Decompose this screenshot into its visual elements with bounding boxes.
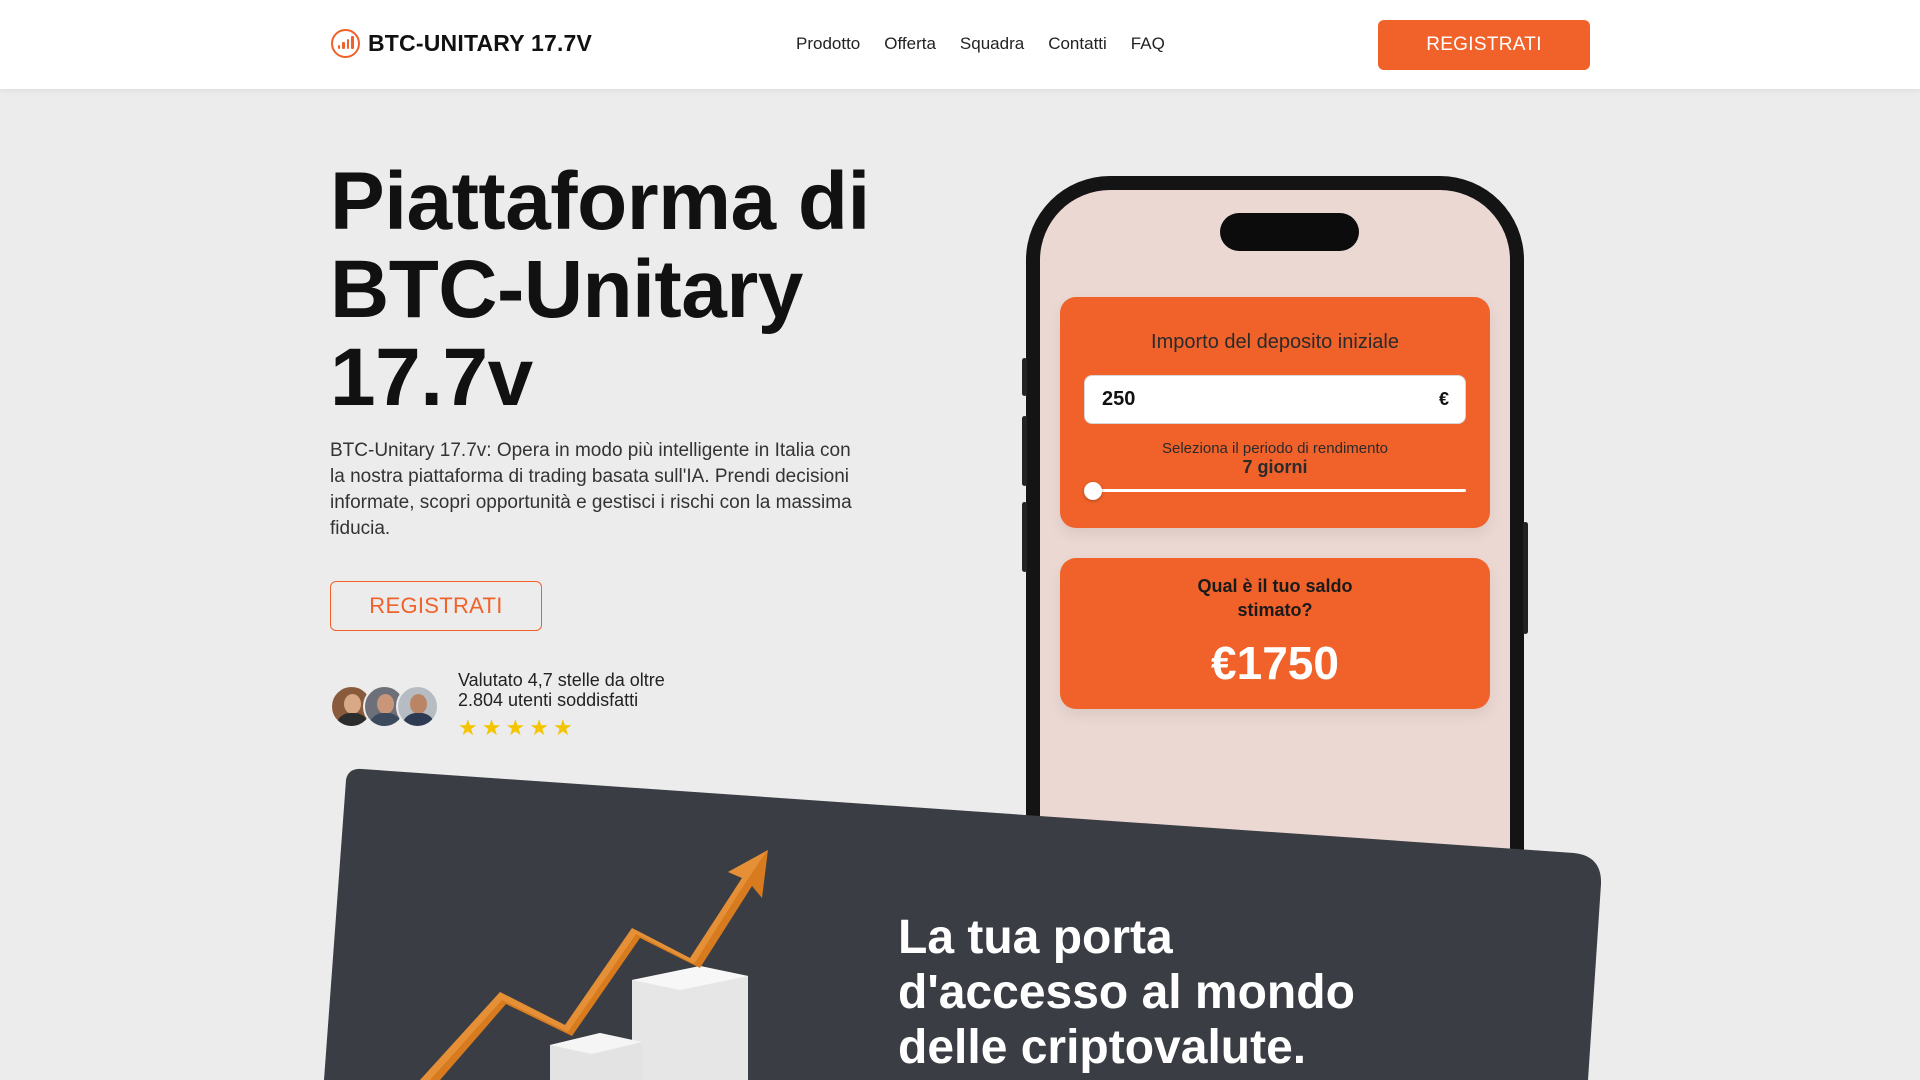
period-slider-handle[interactable] <box>1084 482 1102 500</box>
nav-link-faq[interactable]: FAQ <box>1131 34 1165 54</box>
brand-logo[interactable]: BTC-UNITARY 17.7V <box>331 29 592 58</box>
deposit-label: Importo del deposito iniziale <box>1151 331 1399 353</box>
star-icon: ★ <box>481 715 502 740</box>
bar-chart-icon <box>331 29 360 58</box>
hero-title: Piattaforma di BTC-Unitary 17.7v <box>330 156 870 423</box>
nav-link-contatti[interactable]: Contatti <box>1048 34 1107 54</box>
estimated-balance-question: Qual è il tuo saldo stimato? <box>1197 576 1353 620</box>
deposit-amount-input[interactable]: 250 € <box>1084 375 1466 424</box>
brand-name: BTC-UNITARY 17.7V <box>368 30 593 56</box>
nav-link-prodotto[interactable]: Prodotto <box>796 34 860 54</box>
phone-mockup <box>1022 176 1528 936</box>
period-value: 7 giorni <box>1242 457 1308 477</box>
nav-link-squadra[interactable]: Squadra <box>960 34 1024 54</box>
register-button-nav[interactable]: REGISTRATI <box>1378 20 1590 70</box>
rating-line-1: Valutato 4,7 stelle da oltre <box>458 670 665 690</box>
star-icon: ★ <box>458 715 478 740</box>
euro-icon: € <box>1438 389 1449 409</box>
star-icon: ★ <box>529 715 549 740</box>
trend-arrow-illustration <box>420 850 768 1080</box>
estimated-balance-value: €1750 <box>1211 637 1339 689</box>
rating-stars: ★ ★ ★ ★ ★ <box>458 717 573 739</box>
star-icon: ★ <box>552 715 573 740</box>
hero-description: BTC-Unitary 17.7v: Opera in modo più int… <box>330 440 852 539</box>
top-navbar: BTC-UNITARY 17.7V Prodotto Offerta Squad… <box>0 0 1920 89</box>
deposit-calculator-card: Importo del deposito iniziale 250 € Sele… <box>1060 297 1490 528</box>
section-title: La tua porta d'accesso al mondo delle cr… <box>898 911 1355 1074</box>
period-slider-track[interactable] <box>1086 489 1466 492</box>
register-button-hero[interactable]: REGISTRATI <box>330 581 542 631</box>
dynamic-island <box>1220 213 1359 251</box>
rating-text: Valutato 4,7 stelle da oltre 2.804 utent… <box>458 670 718 710</box>
star-icon: ★ <box>505 715 526 740</box>
estimated-balance-card: Qual è il tuo saldo stimato? €1750 <box>1060 558 1490 709</box>
period-label: Seleziona il periodo di rendimento <box>1162 440 1388 457</box>
main-menu: Prodotto Offerta Squadra Contatti FAQ <box>796 34 1165 54</box>
deposit-amount-value: 250 <box>1102 388 1136 410</box>
user-avatars <box>330 685 440 729</box>
rating-line-2: 2.804 utenti soddisfatti <box>458 690 639 710</box>
avatar <box>396 685 439 728</box>
growth-bars-illustration <box>550 966 748 1080</box>
nav-link-offerta[interactable]: Offerta <box>884 34 936 54</box>
